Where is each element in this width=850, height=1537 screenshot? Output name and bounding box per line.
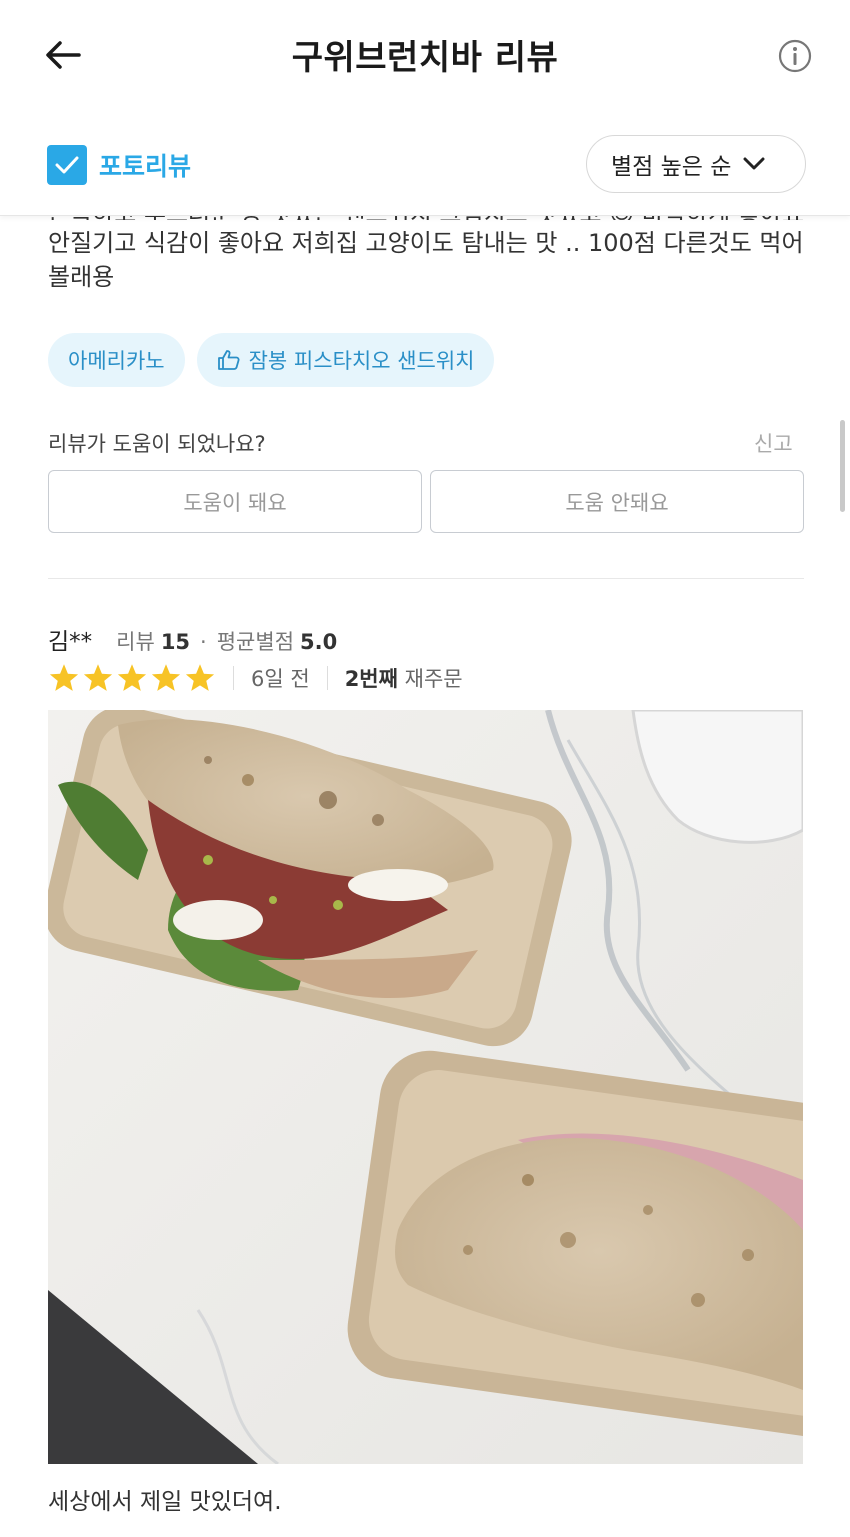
avg-rating: 5.0: [300, 630, 338, 654]
reorder-count: 2번째: [344, 667, 398, 691]
photo-review-checkbox[interactable]: [47, 145, 87, 185]
meta-separator: [326, 666, 328, 690]
photo-review-filter[interactable]: 포토리뷰: [47, 145, 191, 185]
review-divider: [48, 578, 804, 579]
review-date: 6일 전: [251, 667, 310, 691]
info-button[interactable]: [775, 36, 815, 76]
chevron-down-icon: [743, 157, 765, 170]
separator-dot: ·: [200, 630, 207, 654]
page-title: 구위브런치바 리뷰: [291, 38, 559, 78]
report-link[interactable]: 신고: [754, 428, 793, 458]
thumbs-up-icon: [217, 349, 241, 371]
star-icon: [185, 664, 215, 691]
filter-bar: 포토리뷰 별점 높은 순: [0, 110, 850, 216]
menu-tag-label: 아메리카노: [68, 349, 165, 373]
menu-tag[interactable]: 아메리카노: [48, 333, 185, 387]
avg-rating-label: 평균별점: [216, 630, 295, 654]
scrollbar[interactable]: [840, 420, 845, 512]
menu-tag-label: 잠봉 피스타치오 샌드위치: [248, 349, 475, 373]
star-icon: [117, 664, 147, 691]
check-icon: [55, 156, 79, 174]
food-photo: [48, 710, 803, 1464]
review-meta: 6일 전 2번째 재주문: [48, 662, 463, 694]
review-text: 안질기고 식감이 좋아요 저희집 고양이도 탐내는 맛 .. 100점 다른것도…: [48, 229, 804, 291]
star-icon: [49, 664, 79, 691]
info-icon: [778, 39, 812, 73]
helpful-question: 리뷰가 도움이 되었나요?: [48, 432, 266, 456]
top-app-bar: 구위브런치바 리뷰: [0, 0, 850, 110]
meta-separator: [233, 666, 234, 690]
photo-review-label: 포토리뷰: [99, 152, 192, 181]
reviewer-name[interactable]: 김**: [48, 622, 92, 656]
review-count-label: 리뷰: [116, 630, 155, 654]
review-photo[interactable]: [48, 710, 803, 1464]
menu-tag-liked[interactable]: 잠봉 피스타치오 샌드위치: [196, 333, 495, 387]
star-icon: [83, 664, 113, 691]
review-count: 15: [160, 630, 191, 654]
helpful-yes-button[interactable]: 도움이 돼요: [48, 470, 422, 533]
helpful-no-button[interactable]: 도움 안돼요: [430, 470, 804, 533]
star-rating: [48, 663, 216, 693]
reviewer-info: 김** 리뷰 15 · 평균별점 5.0: [48, 622, 337, 656]
star-icon: [151, 664, 181, 691]
sort-label: 별점 높은 순: [611, 154, 732, 180]
reorder-info: 2번째 재주문: [345, 663, 463, 693]
sort-dropdown[interactable]: 별점 높은 순: [586, 135, 806, 193]
reorder-label: 재주문: [404, 667, 463, 691]
review-comment: 세상에서 제일 맛있더여.: [48, 1489, 282, 1515]
ordered-menu-tags: 아메리카노 잠봉 피스타치오 샌드위치: [48, 333, 495, 387]
